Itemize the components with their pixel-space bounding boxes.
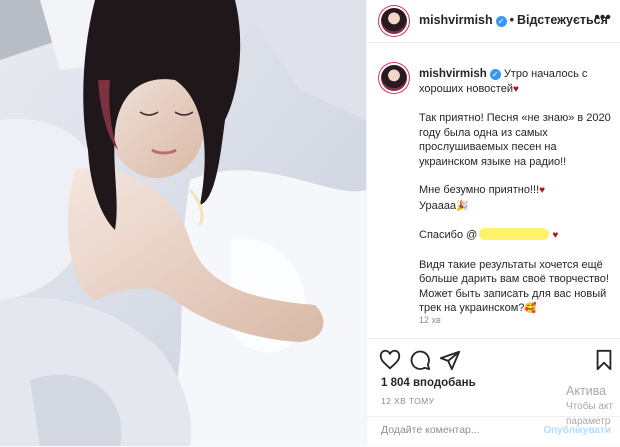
post-sidebar: mishvirmish ✓ • Відстежується ••• mishvirmi… bbox=[366, 0, 620, 446]
caption-paragraph-3: Мне безумно приятно!!! bbox=[419, 184, 540, 196]
comment-bar: Опублікувати bbox=[367, 416, 620, 447]
verified-badge-icon: ✓ bbox=[495, 16, 507, 27]
party-emoji-icon: 🎉 bbox=[456, 200, 469, 212]
heart-emoji-icon: ♥ bbox=[512, 83, 519, 95]
caption-timestamp: 12 хв bbox=[419, 315, 441, 325]
post-header: mishvirmish ✓ • Відстежується ••• bbox=[367, 0, 620, 43]
heart-emoji-icon: ♥ bbox=[552, 230, 559, 241]
post-caption: mishvirmish ✓ Утро началось с хороших нов… bbox=[367, 42, 620, 338]
comment-icon[interactable] bbox=[409, 349, 431, 371]
likes-count[interactable]: 1 804 вподобань bbox=[381, 377, 476, 389]
share-icon[interactable] bbox=[439, 349, 461, 371]
comment-input[interactable] bbox=[381, 424, 531, 436]
heart-emoji-icon: ♥ bbox=[539, 185, 546, 196]
header-user-line: mishvirmish ✓ • Відстежується bbox=[419, 13, 608, 27]
caption-paragraph-6: Видя такие результаты хочется ещё больше… bbox=[419, 258, 609, 315]
caption-avatar[interactable] bbox=[381, 65, 407, 91]
photo-illustration bbox=[0, 0, 366, 446]
instagram-post: mishvirmish ✓ • Відстежується ••• mishvirmi… bbox=[0, 0, 620, 446]
caption-paragraph-5: Спасибо @ bbox=[419, 229, 478, 241]
heart-outline-icon[interactable] bbox=[379, 349, 401, 371]
bookmark-icon[interactable] bbox=[593, 349, 615, 371]
action-bar bbox=[367, 338, 620, 379]
header-separator: • bbox=[509, 13, 515, 27]
smile-hearts-emoji-icon: 🥰 bbox=[524, 303, 537, 314]
redacted-mention bbox=[479, 228, 550, 240]
verified-badge-icon: ✓ bbox=[489, 69, 501, 80]
publish-button[interactable]: Опублікувати bbox=[543, 425, 611, 436]
post-timestamp: 12 ХВ ТОМУ bbox=[381, 396, 435, 406]
header-username[interactable]: mishvirmish bbox=[419, 13, 493, 27]
caption-body: mishvirmish ✓ Утро началось с хороших нов… bbox=[419, 67, 615, 331]
caption-username[interactable]: mishvirmish bbox=[419, 68, 487, 80]
caption-paragraph-2: Так приятно! Песня «не знаю» в 2020 году… bbox=[419, 112, 611, 168]
post-photo[interactable] bbox=[0, 0, 366, 446]
more-horizontal-icon[interactable]: ••• bbox=[594, 10, 611, 26]
caption-paragraph-4: Ураааа bbox=[419, 199, 457, 212]
header-avatar[interactable] bbox=[381, 8, 407, 34]
